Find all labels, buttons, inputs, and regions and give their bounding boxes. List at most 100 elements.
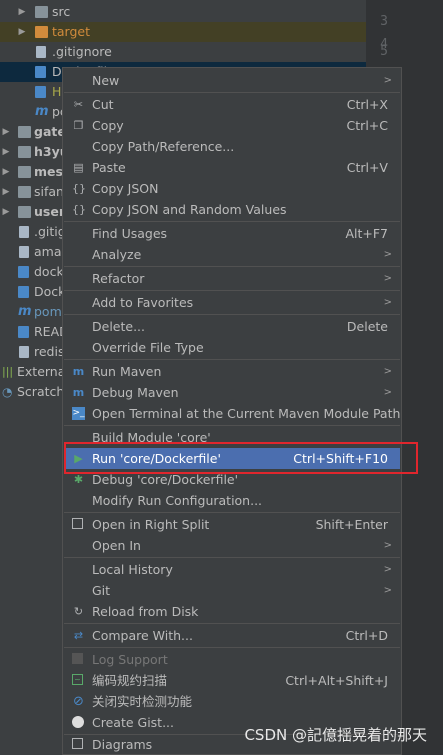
submenu-arrow-icon: > [383,297,392,308]
menu-separator [64,425,400,426]
menu-item-open-in[interactable]: Open In > [64,535,400,556]
file-icon [19,346,29,358]
docker-file-icon [18,266,29,278]
run-icon: ▶ [74,452,83,465]
docker-file-icon [35,66,46,78]
copy-icon: ❐ [73,119,84,132]
scissors-icon: ✂ [73,98,84,111]
chevron-right-icon[interactable]: ▶ [16,2,28,22]
folder-icon [35,26,48,38]
bug-icon: ✱ [73,473,84,486]
chevron-right-icon[interactable]: ▶ [0,182,12,202]
menu-separator [64,359,400,360]
submenu-arrow-icon: > [383,273,392,284]
menu-item-code-scan[interactable]: ~ 编码规约扫描 Ctrl+Alt+Shift+J [64,670,400,691]
menu-item-git[interactable]: Git > [64,580,400,601]
scratches-icon: ◔ [2,385,13,399]
module-folder-icon [18,146,31,158]
no-entry-icon: ⊘ [73,694,84,709]
file-icon [19,226,29,238]
submenu-arrow-icon: > [383,585,392,596]
maven-icon: m [72,386,85,399]
menu-item-refactor[interactable]: Refactor > [64,268,400,289]
module-folder-icon [18,186,31,198]
menu-separator [64,647,400,648]
line-number: 3 [380,14,388,29]
menu-item-log-support[interactable]: Log Support [64,649,400,670]
braces-icon: {} [72,182,86,195]
menu-item-copy-path[interactable]: Copy Path/Reference... [64,136,400,157]
maven-file-icon: m [18,304,32,319]
chevron-right-icon[interactable]: ▶ [0,142,12,162]
menu-item-compare-with[interactable]: ⇄ Compare With... Ctrl+D [64,625,400,646]
menu-separator [64,92,400,93]
tree-item-target[interactable]: ▶ target [0,22,366,42]
chevron-right-icon[interactable]: ▶ [0,122,12,142]
module-folder-icon [18,126,31,138]
github-icon [72,716,84,728]
tree-item-src[interactable]: ▶ src [0,2,366,22]
menu-item-copy[interactable]: ❐ Copy Ctrl+C [64,115,400,136]
menu-separator [64,221,400,222]
maven-icon: m [72,365,85,378]
submenu-arrow-icon: > [383,249,392,260]
clipboard-icon: ▤ [73,161,84,174]
menu-item-copy-json-random[interactable]: {} Copy JSON and Random Values [64,199,400,220]
module-folder-icon [18,206,31,218]
menu-separator [64,314,400,315]
terminal-icon: >_ [72,407,85,420]
menu-item-paste[interactable]: ▤ Paste Ctrl+V [64,157,400,178]
menu-item-copy-json[interactable]: {} Copy JSON [64,178,400,199]
menu-item-cut[interactable]: ✂ Cut Ctrl+X [64,94,400,115]
maven-file-icon: m [35,104,49,119]
markdown-file-icon [35,86,46,98]
menu-item-debug-maven[interactable]: m Debug Maven > [64,382,400,403]
menu-item-open-terminal[interactable]: >_ Open Terminal at the Current Maven Mo… [64,403,400,424]
submenu-arrow-icon: > [383,564,392,575]
file-icon [36,46,46,58]
watermark: CSDN @記億揺晃着的那天 [244,726,427,744]
diagram-icon [72,738,83,749]
menu-item-override-type[interactable]: Override File Type [64,337,400,358]
line-number: 5 [380,44,388,59]
chevron-right-icon[interactable]: ▶ [16,22,28,42]
menu-item-run-maven[interactable]: m Run Maven > [64,361,400,382]
context-menu: New > ✂ Cut Ctrl+X ❐ Copy Ctrl+C Copy Pa… [62,67,402,755]
menu-item-reload-disk[interactable]: ↻ Reload from Disk [64,601,400,622]
menu-separator [64,290,400,291]
compare-icon: ⇄ [73,629,84,642]
module-folder-icon [18,166,31,178]
menu-item-analyze[interactable]: Analyze > [64,244,400,265]
chevron-right-icon[interactable]: ▶ [0,162,12,182]
submenu-arrow-icon: > [383,387,392,398]
submenu-arrow-icon: > [383,540,392,551]
scan-icon: ~ [72,674,83,685]
braces-icon: {} [72,203,86,216]
log-support-icon [72,653,83,664]
menu-item-run-dockerfile[interactable]: ▶ Run 'core/Dockerfile' Ctrl+Shift+F10 [64,448,400,469]
docker-file-icon [18,286,29,298]
submenu-arrow-icon: > [383,366,392,377]
refresh-icon: ↻ [73,605,84,618]
menu-separator [64,266,400,267]
menu-separator [64,623,400,624]
menu-item-find-usages[interactable]: Find Usages Alt+F7 [64,223,400,244]
menu-separator [64,557,400,558]
menu-item-add-favorites[interactable]: Add to Favorites > [64,292,400,313]
menu-item-modify-run-config[interactable]: Modify Run Configuration... [64,490,400,511]
chevron-right-icon[interactable]: ▶ [0,202,12,222]
menu-item-local-history[interactable]: Local History > [64,559,400,580]
menu-item-close-realtime[interactable]: ⊘ 关闭实时检测功能 [64,691,400,712]
split-icon [72,518,83,529]
submenu-arrow-icon: > [383,75,392,86]
menu-item-new[interactable]: New > [64,70,400,91]
menu-item-delete[interactable]: Delete... Delete [64,316,400,337]
tree-item-gitignore[interactable]: .gitignore [0,42,366,62]
menu-item-open-right-split[interactable]: Open in Right Split Shift+Enter [64,514,400,535]
folder-icon [35,6,48,18]
menu-item-debug-dockerfile[interactable]: ✱ Debug 'core/Dockerfile' [64,469,400,490]
menu-separator [64,512,400,513]
markdown-file-icon [18,326,29,338]
library-icon: ||| [2,365,14,378]
menu-item-build-module[interactable]: Build Module 'core' [64,427,400,448]
